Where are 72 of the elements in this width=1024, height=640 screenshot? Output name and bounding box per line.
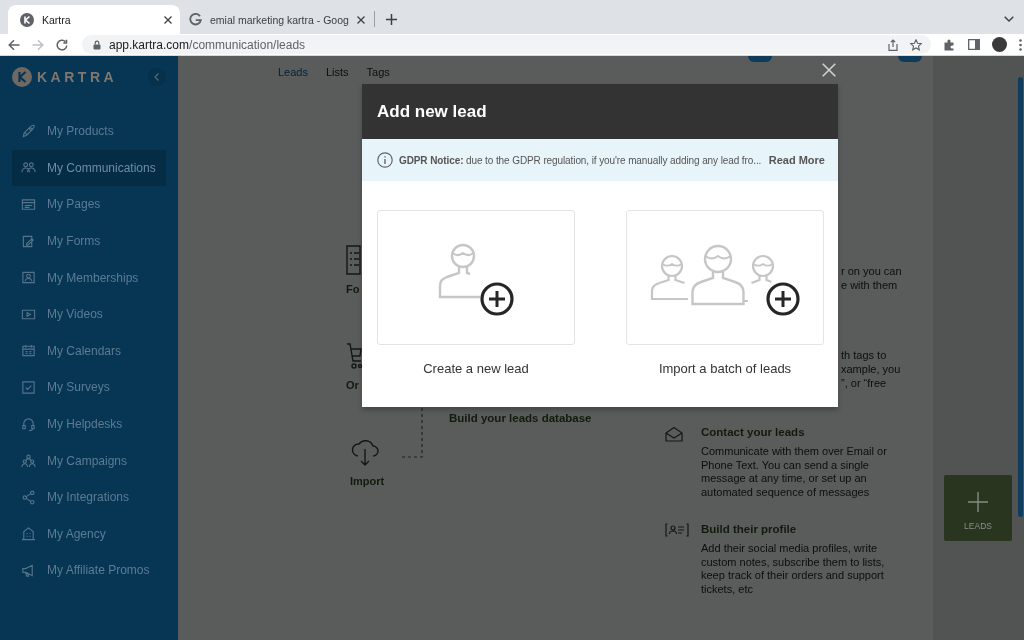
logo-icon bbox=[12, 67, 32, 87]
paragraph-fragment: th tags to xample, you ”, or “free bbox=[841, 348, 902, 390]
url-text: app.kartra.com/communication/leads bbox=[109, 37, 306, 52]
step-label: Or bbox=[346, 379, 359, 392]
tab[interactable]: Leads bbox=[278, 66, 308, 79]
read-more-link[interactable]: Read More bbox=[768, 154, 825, 166]
sidebar-item[interactable]: My Agency bbox=[12, 515, 166, 553]
sidebar-item[interactable]: My Integrations bbox=[12, 478, 166, 516]
plus-icon bbox=[968, 491, 988, 512]
step-label: Import bbox=[350, 475, 385, 488]
rocket-icon bbox=[21, 123, 36, 139]
envelope-icon bbox=[665, 426, 683, 442]
info-icon bbox=[377, 152, 393, 168]
sidebar-item[interactable]: My Products bbox=[12, 113, 166, 150]
option-label[interactable]: Create a new lead bbox=[423, 361, 529, 377]
arrow-left-icon[interactable] bbox=[8, 38, 20, 51]
lock-icon bbox=[93, 39, 101, 50]
reload-icon[interactable] bbox=[56, 38, 68, 51]
plus-icon[interactable] bbox=[386, 13, 397, 25]
address-bar[interactable]: app.kartra.com/communication/leads bbox=[82, 35, 931, 54]
step-label: Fo bbox=[346, 283, 360, 296]
logo-icon bbox=[20, 12, 34, 27]
headset-icon bbox=[21, 416, 36, 432]
person-card-icon bbox=[21, 270, 36, 286]
sidebar-item[interactable]: My Campaigns bbox=[12, 442, 166, 479]
tab[interactable]: Tags bbox=[366, 66, 390, 79]
add-leads-button[interactable]: LEADS bbox=[944, 475, 1012, 541]
share-nodes-icon bbox=[21, 489, 36, 505]
option-label[interactable]: Import a batch of leads bbox=[658, 361, 792, 377]
tab[interactable]: Lists bbox=[326, 66, 349, 79]
sidebar-item[interactable]: My Communications bbox=[12, 149, 166, 187]
pencil-page-icon bbox=[21, 233, 36, 249]
sidebar-item[interactable]: My Affiliate Promos bbox=[12, 552, 166, 589]
feature-description: Add their social media profiles, write custom notes, subscribe them to lists, keep track of their orders and support tickets, etc bbox=[701, 541, 886, 597]
sidebar-item[interactable]: My Helpdesks bbox=[12, 405, 166, 443]
modal-title: Add new lead bbox=[377, 101, 487, 122]
close-icon[interactable] bbox=[164, 15, 172, 24]
sidebar-item[interactable]: My Pages bbox=[12, 186, 166, 223]
sidebar-item[interactable]: My Memberships bbox=[12, 259, 166, 296]
g-logo-icon bbox=[189, 13, 202, 26]
sidebar-item[interactable]: My Calendars bbox=[12, 332, 166, 370]
sidebar-item[interactable]: My Surveys bbox=[12, 369, 166, 406]
browser-tab[interactable]: emial marketing kartra - Goog bbox=[180, 5, 374, 34]
feature-title: Build their profile bbox=[701, 521, 798, 536]
section-heading: Build your leads database bbox=[449, 412, 593, 424]
clipboard-list-icon bbox=[346, 245, 361, 275]
calendar-icon bbox=[21, 343, 36, 359]
paragraph-fragment: r on you can e with them bbox=[841, 264, 903, 292]
cart-icon bbox=[346, 341, 362, 371]
logo-text: KARTRA bbox=[37, 69, 118, 85]
building-icon bbox=[21, 526, 36, 542]
sidebar-item[interactable]: My Videos bbox=[12, 295, 166, 333]
close-icon[interactable] bbox=[357, 15, 365, 24]
sidebar-icon[interactable] bbox=[968, 39, 980, 50]
cloud-download-icon bbox=[350, 437, 380, 467]
browser-window-icon bbox=[21, 197, 36, 212]
feature-description: Communicate with them over Email or Phone Text. You can send a single message at any time, or set up an automated sequence of messages bbox=[701, 445, 888, 500]
star-icon[interactable] bbox=[910, 38, 922, 51]
sidebar-item[interactable]: My Forms bbox=[12, 222, 166, 260]
id-card-icon bbox=[665, 522, 689, 537]
avatar-icon[interactable] bbox=[992, 37, 1007, 52]
group-icon bbox=[21, 453, 36, 469]
dashed-connector bbox=[402, 406, 423, 458]
menu-icon[interactable] bbox=[1019, 38, 1022, 51]
checkbox-icon bbox=[21, 379, 36, 395]
feature-title: Contact your leads bbox=[701, 425, 806, 439]
share-icon[interactable] bbox=[888, 38, 898, 51]
chevron-down-icon[interactable] bbox=[1004, 16, 1014, 22]
browser-tab[interactable]: Kartra bbox=[8, 5, 180, 34]
scrollbar[interactable] bbox=[1018, 77, 1023, 517]
puzzle-icon[interactable] bbox=[944, 38, 956, 51]
megaphone-icon bbox=[21, 562, 36, 578]
